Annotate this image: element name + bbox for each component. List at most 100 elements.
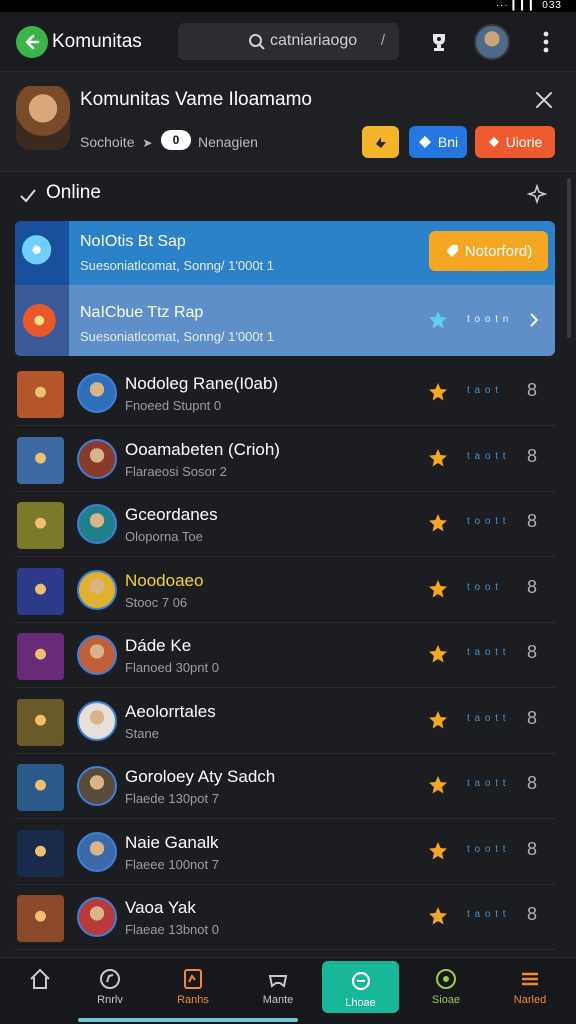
notification-label: Notorford)	[464, 242, 533, 260]
list-item[interactable]: Dáde Ke Flanoed 30pnt 0 t a o t t 8	[15, 623, 555, 688]
star-icon[interactable]	[427, 774, 449, 796]
list-item[interactable]: Vaoa Yak Flaeae 13bnot 0 t a o t t 8	[15, 885, 555, 950]
avatar[interactable]	[77, 569, 117, 610]
online-section-header: Online	[0, 172, 576, 216]
list-item[interactable]: Naie Ganalk Flaeee 100not 7 t o o t t 8	[15, 820, 555, 885]
avatar[interactable]	[77, 766, 117, 806]
nav-item-3[interactable]: Mante	[238, 958, 318, 1018]
more-button[interactable]: 8	[527, 904, 537, 925]
highlighted-item[interactable]: NoIOtis Bt Sap Suesoniatlcomat, Sonng/ 1…	[15, 221, 555, 285]
nav-item-0[interactable]	[0, 958, 80, 1018]
close-icon	[536, 92, 552, 108]
member-name: Nodoleg Rane(I0ab)	[125, 374, 279, 393]
game-thumbnail	[17, 633, 64, 680]
app-title: Komunitas	[52, 31, 142, 52]
nav-label: Narled	[513, 994, 547, 1006]
avatar[interactable]	[77, 373, 117, 413]
star-icon[interactable]	[427, 512, 449, 534]
sparkle-icon[interactable]	[527, 184, 547, 204]
nav-item-5[interactable]: Sioae	[406, 958, 486, 1018]
trophy-icon	[433, 34, 445, 51]
search-icon	[249, 34, 265, 50]
member-name: Vaoa Yak	[125, 898, 196, 917]
more-button[interactable]: 8	[527, 839, 537, 860]
chevron-right-icon[interactable]	[527, 311, 541, 329]
search-shortcut: /	[380, 32, 385, 49]
game-thumbnail	[17, 895, 64, 942]
list-item[interactable]: Noodoaeo Stooc 7 06 t o o t 8	[15, 558, 555, 623]
online-label: Online	[46, 182, 101, 203]
more-button[interactable]: 8	[527, 511, 537, 532]
star-icon[interactable]	[427, 905, 449, 927]
list-item[interactable]: Aeolorrtales Stane t a o t t 8	[15, 689, 555, 754]
list-item[interactable]: Ooamabeten (Crioh) Flaraeosi Sosor 2 t a o…	[15, 427, 555, 492]
star-icon[interactable]	[427, 709, 449, 731]
avatar[interactable]	[77, 831, 117, 872]
home-indicator	[78, 1018, 298, 1022]
more-button[interactable]: 8	[527, 380, 537, 401]
list-item[interactable]: Gceordanes Oloporna Toe t o o t t 8	[15, 492, 555, 557]
invite-label: Uiorie	[505, 134, 543, 150]
star-icon[interactable]	[427, 578, 449, 600]
more-button[interactable]: 8	[527, 642, 537, 663]
member-stat: t o o t t	[467, 516, 507, 527]
home-icon	[30, 968, 50, 989]
overflow-menu-button[interactable]	[530, 26, 562, 58]
avatar[interactable]	[77, 897, 117, 937]
member-status: Fnoeed Stupnt 0	[125, 398, 222, 413]
avatar[interactable]	[77, 635, 117, 675]
member-status: Flaeae 13bnot 0	[125, 922, 219, 937]
hand-button[interactable]	[362, 126, 399, 158]
community-header: Komunitas Vame Iloamamo Sochoite ➤ 0 Nen…	[0, 72, 576, 172]
notification-button[interactable]: Notorford)	[429, 231, 548, 271]
diamond-icon	[488, 137, 499, 147]
close-button[interactable]	[530, 86, 558, 114]
community-title: Komunitas Vame Iloamamo	[80, 89, 312, 110]
join-button[interactable]: Bni	[409, 126, 467, 158]
nav-label: Sioae	[431, 994, 461, 1006]
nav-item-4[interactable]: Lhoae	[322, 961, 399, 1013]
highlighted-item[interactable]: NaICbue Ttz Rap Suesoniatlcomat, Sonng/ …	[15, 285, 555, 356]
search-value: catniariaogo	[270, 32, 358, 49]
avatar[interactable]	[77, 504, 117, 544]
more-button[interactable]: 8	[527, 446, 537, 467]
star-icon[interactable]	[427, 840, 449, 862]
invite-button[interactable]: Uiorie	[475, 126, 555, 158]
community-badge: 0	[161, 130, 191, 150]
item-name: NaICbue Ttz Rap	[80, 304, 204, 321]
star-icon[interactable]	[427, 447, 449, 469]
trophy-button[interactable]	[423, 26, 455, 58]
pin-icon: ➤	[142, 136, 153, 150]
star-icon[interactable]	[427, 643, 449, 665]
back-button[interactable]	[16, 26, 48, 58]
diamond-icon	[418, 136, 431, 148]
check-icon	[20, 189, 36, 203]
nav-item-2[interactable]: Ranhs	[153, 958, 233, 1018]
list-item[interactable]: Goroloey Aty Sadch Flaede 130pot 7 t a o t…	[15, 754, 555, 819]
avatar[interactable]	[77, 700, 117, 741]
member-status: Stane	[125, 725, 159, 741]
nav-item-1[interactable]: Rnrlv	[70, 958, 150, 1018]
member-status: Flanoed 30pnt 0	[125, 660, 219, 675]
more-button[interactable]: 8	[527, 577, 537, 598]
nav-label: Lhoae	[345, 997, 376, 1009]
member-status: Stooc 7 06	[125, 594, 188, 610]
member-status: Flaeee 100not 7	[125, 856, 219, 872]
member-stat: t a o t t	[467, 450, 507, 462]
search-input[interactable]: catniariaogo /	[178, 23, 399, 60]
member-name: Naie Ganalk	[125, 832, 219, 852]
member-stat: t a o t t	[467, 909, 507, 920]
scrollbar[interactable]	[567, 178, 571, 338]
star-icon[interactable]	[427, 381, 449, 403]
profile-avatar[interactable]	[474, 24, 510, 60]
more-button[interactable]: 8	[527, 773, 537, 794]
nav-item-6[interactable]: Narled	[490, 958, 570, 1018]
star-icon[interactable]	[427, 309, 449, 331]
more-button[interactable]: 8	[527, 708, 537, 729]
avatar[interactable]	[77, 438, 117, 479]
member-stat: t a o t t	[467, 778, 507, 789]
game-thumbnail	[15, 221, 69, 285]
list-item[interactable]: Nodoleg Rane(I0ab) Fnoeed Stupnt 0 t a o t…	[15, 361, 555, 426]
bottom-navigation: Rnrlv Ranhs Mante Lhoae Sioae Narled	[0, 957, 576, 1024]
game-thumbnail	[17, 567, 64, 615]
